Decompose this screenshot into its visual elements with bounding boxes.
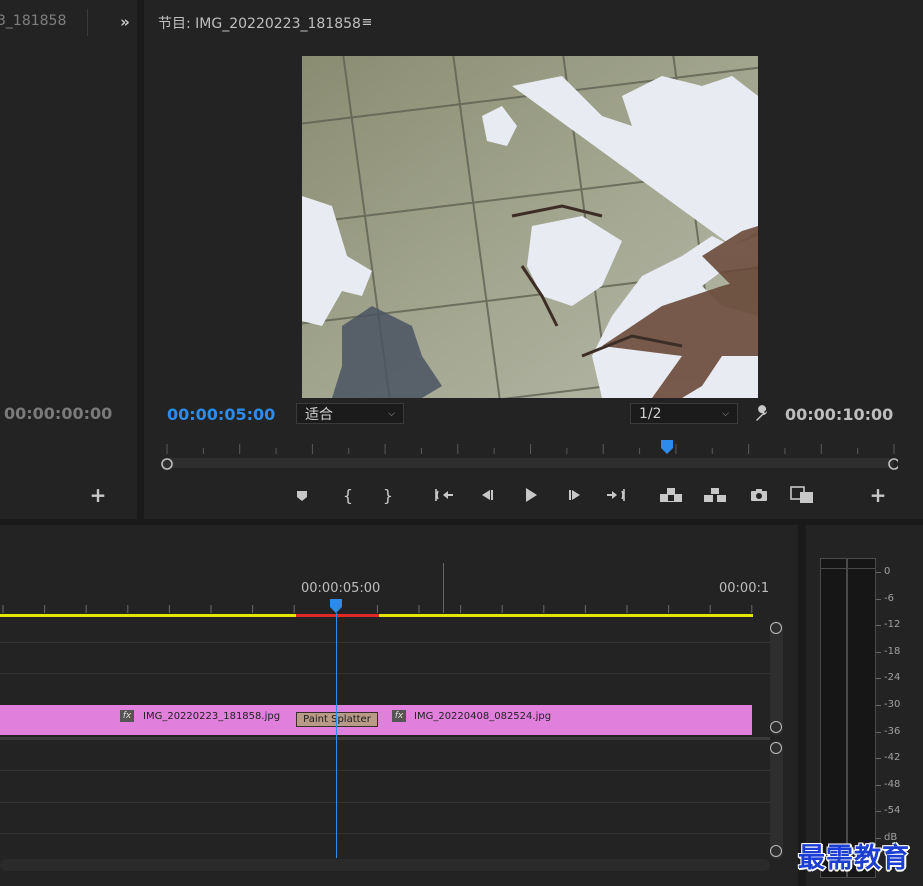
db-scale-tick <box>876 731 881 733</box>
audio-meter-panel <box>806 525 923 886</box>
track-divider <box>0 770 770 771</box>
lift-icon[interactable] <box>658 485 684 505</box>
program-panel-title[interactable]: 节目: IMG_20220223_181858 <box>158 13 361 33</box>
timeline-panel: 00:00:05:00 00:00:10:00 fx IMG_20220223_… <box>0 525 798 886</box>
render-bar-red <box>296 614 379 617</box>
program-time-ruler[interactable] <box>158 438 898 474</box>
meter-channel-right <box>847 558 876 878</box>
resolution-value: 1/2 <box>639 405 662 422</box>
go-to-out-icon[interactable] <box>604 485 628 505</box>
db-scale-label: -24 <box>884 672 901 684</box>
meter-channel-left <box>820 558 847 878</box>
fx-badge: fx <box>120 710 134 722</box>
clip-2-name: IMG_20220408_082524.jpg <box>414 711 552 722</box>
playhead-line <box>336 613 337 858</box>
audio-tracks-scrollbar[interactable] <box>770 741 783 859</box>
program-monitor-panel: 节目: IMG_20220223_181858 ≡ 00:00:05:00 适合… <box>144 0 923 519</box>
scrollbar-handle-icon[interactable] <box>770 845 782 857</box>
scrollbar-handle-icon[interactable] <box>770 622 782 634</box>
track-divider <box>0 673 770 674</box>
wrench-icon[interactable] <box>751 403 773 425</box>
horizontal-scrollbar[interactable] <box>0 859 770 871</box>
program-playhead[interactable] <box>660 439 674 455</box>
transition-paint-splatter[interactable]: Paint Splatter <box>296 712 378 727</box>
db-scale-tick <box>876 572 881 573</box>
db-scale-tick <box>876 625 881 627</box>
compare-view-icon[interactable] <box>789 484 815 506</box>
source-panel-title[interactable]: 3_181858 <box>0 13 66 29</box>
db-scale-label: -30 <box>884 699 901 710</box>
db-scale-tick <box>876 598 881 600</box>
scrollbar-handle-icon[interactable] <box>770 742 782 754</box>
zoom-level-value: 适合 <box>305 406 333 423</box>
db-scale-label: 0 <box>884 566 891 577</box>
video-tracks-scrollbar[interactable] <box>770 621 783 735</box>
db-scale-label: -36 <box>884 725 901 737</box>
add-marker-icon[interactable] <box>292 486 312 506</box>
mark-in-icon[interactable]: { <box>338 485 358 505</box>
scrollbar-handle-icon[interactable] <box>770 721 782 733</box>
step-back-icon[interactable] <box>477 485 497 505</box>
db-scale-tick <box>876 784 881 786</box>
db-scale-label: -6 <box>884 592 894 604</box>
db-scale-label: -18 <box>884 645 901 657</box>
db-scale-tick <box>876 811 881 813</box>
resolution-dropdown[interactable]: 1/2 ⌵ <box>630 403 738 424</box>
camera-icon[interactable] <box>748 485 770 505</box>
source-timecode[interactable]: 00:00:00:00 <box>4 404 112 423</box>
panel-overflow-icon[interactable]: » <box>114 12 136 32</box>
db-scale-tick <box>876 705 881 706</box>
video-audio-divider <box>0 737 770 740</box>
source-panel: 3_181858 » 00:00:00:00 + <box>0 0 137 519</box>
db-scale-tick <box>876 678 881 680</box>
mark-out-icon[interactable]: } <box>378 485 398 505</box>
db-scale-tick <box>876 651 881 653</box>
timeline-ruler-label: 00:00:05:00 <box>301 581 381 596</box>
watermark-text: 最需教育 <box>798 843 910 874</box>
timeline-ruler-label: 00:00:10:00 <box>719 581 769 596</box>
add-button-icon[interactable]: + <box>88 483 108 507</box>
chevron-down-icon: ⌵ <box>388 408 395 419</box>
extract-icon[interactable] <box>702 485 728 505</box>
program-duration-timecode: 00:00:10:00 <box>785 405 894 424</box>
go-to-in-icon[interactable] <box>432 485 456 505</box>
chevron-down-icon: ⌵ <box>722 408 729 419</box>
tab-divider <box>87 9 88 36</box>
video-preview-image <box>302 56 758 398</box>
track-divider <box>0 802 770 803</box>
db-scale-tick <box>876 758 881 760</box>
db-scale-label: -54 <box>884 805 901 817</box>
clip-1-name: IMG_20220223_181858.jpg <box>143 711 281 722</box>
db-scale-label: -48 <box>884 778 901 790</box>
track-divider <box>0 833 770 834</box>
add-button-icon[interactable]: + <box>868 483 888 507</box>
meter-clip-indicator <box>820 558 876 569</box>
db-scale-label: -12 <box>884 619 901 631</box>
track-divider <box>0 642 770 643</box>
play-icon[interactable] <box>520 484 542 506</box>
db-scale-label: -42 <box>884 752 901 764</box>
fx-badge: fx <box>392 710 406 722</box>
panel-menu-icon[interactable]: ≡ <box>358 13 376 31</box>
step-forward-icon[interactable] <box>565 485 585 505</box>
zoom-level-dropdown[interactable]: 适合 ⌵ <box>296 403 404 424</box>
program-current-timecode[interactable]: 00:00:05:00 <box>167 405 275 424</box>
timeline-playhead[interactable] <box>329 598 343 614</box>
